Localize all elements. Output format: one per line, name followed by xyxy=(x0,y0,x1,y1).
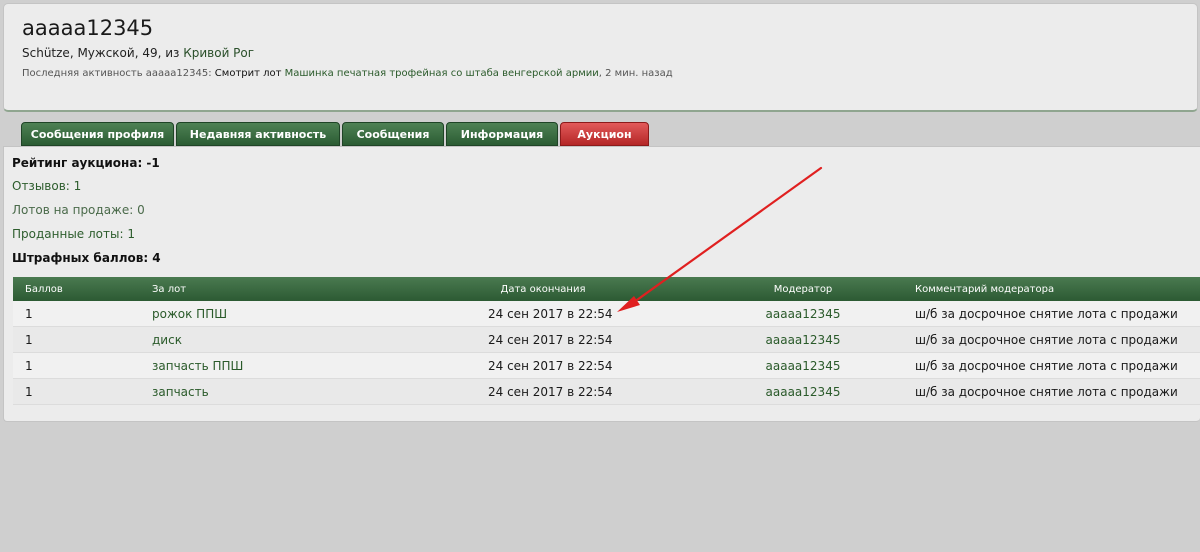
table-row: 1 диск 24 сен 2017 в 22:54 aaaaa12345 ш/… xyxy=(13,327,1200,353)
header-end-date: Дата окончания xyxy=(500,283,586,295)
table-row: 1 запчасть 24 сен 2017 в 22:54 aaaaa1234… xyxy=(13,379,1200,405)
row-moderator-link[interactable]: aaaaa12345 xyxy=(753,307,853,321)
tab-auction[interactable]: Аукцион xyxy=(560,122,649,146)
header-points: Баллов xyxy=(25,283,63,295)
profile-tabs: Сообщения профиля Недавняя активность Со… xyxy=(21,122,649,146)
sold-lots-link[interactable]: Проданные лоты: 1 xyxy=(12,227,135,241)
profile-info: Schütze, Мужской, 49, из Кривой Рог xyxy=(22,46,254,60)
tab-messages[interactable]: Сообщения xyxy=(342,122,444,146)
row-moderator-link[interactable]: aaaaa12345 xyxy=(753,359,853,373)
auction-rating: Рейтинг аукциона: -1 xyxy=(12,156,160,170)
row-comment: ш/б за досрочное снятие лота с продажи xyxy=(915,358,1178,373)
row-comment: ш/б за досрочное снятие лота с продажи xyxy=(915,332,1178,347)
row-lot-link[interactable]: рожок ППШ xyxy=(152,307,227,321)
penalty-points: Штрафных баллов: 4 xyxy=(12,251,161,265)
header-comment: Комментарий модератора xyxy=(915,283,1055,295)
table-row: 1 запчасть ППШ 24 сен 2017 в 22:54 aaaaa… xyxy=(13,353,1200,379)
row-comment: ш/б за досрочное снятие лота с продажи xyxy=(915,384,1178,399)
profile-username: aaaaa12345 xyxy=(22,16,154,40)
table-header: Баллов За лот Дата окончания Модератор К… xyxy=(13,277,1200,301)
profile-info-text: Schütze, Мужской, 49, из xyxy=(22,46,184,60)
activity-prefix: Последняя активность aaaaa12345: xyxy=(22,68,212,79)
lots-for-sale: Лотов на продаже: 0 xyxy=(12,203,145,217)
penalty-table: Баллов За лот Дата окончания Модератор К… xyxy=(13,277,1200,405)
row-end-date: 24 сен 2017 в 22:54 xyxy=(488,306,613,321)
row-lot-link[interactable]: запчасть xyxy=(152,385,209,399)
row-points: 1 xyxy=(25,358,33,373)
row-lot-link[interactable]: запчасть ППШ xyxy=(152,359,243,373)
row-end-date: 24 сен 2017 в 22:54 xyxy=(488,358,613,373)
reviews-link[interactable]: Отзывов: 1 xyxy=(12,179,81,193)
row-lot-link[interactable]: диск xyxy=(152,333,182,347)
row-moderator-link[interactable]: aaaaa12345 xyxy=(753,385,853,399)
row-comment: ш/б за досрочное снятие лота с продажи xyxy=(915,306,1178,321)
row-points: 1 xyxy=(25,306,33,321)
profile-city: Кривой Рог xyxy=(183,46,255,60)
auction-panel: Рейтинг аукциона: -1 Отзывов: 1 Лотов на… xyxy=(3,146,1200,422)
table-row: 1 рожок ППШ 24 сен 2017 в 22:54 aaaaa123… xyxy=(13,301,1200,327)
row-moderator-link[interactable]: aaaaa12345 xyxy=(753,333,853,347)
header-lot: За лот xyxy=(152,283,187,295)
row-points: 1 xyxy=(25,332,33,347)
profile-header: aaaaa12345 Schütze, Мужской, 49, из Крив… xyxy=(3,3,1198,112)
tab-profile-messages[interactable]: Сообщения профиля xyxy=(21,122,174,146)
activity-time: , 2 мин. назад xyxy=(598,68,673,79)
last-activity: Последняя активность aaaaa12345: Смотрит… xyxy=(22,68,673,79)
row-end-date: 24 сен 2017 в 22:54 xyxy=(488,384,613,399)
row-end-date: 24 сен 2017 в 22:54 xyxy=(488,332,613,347)
row-points: 1 xyxy=(25,384,33,399)
tab-information[interactable]: Информация xyxy=(446,122,558,146)
header-moderator: Модератор xyxy=(773,283,833,295)
activity-verb: Смотрит лот xyxy=(214,68,282,79)
tab-recent-activity[interactable]: Недавняя активность xyxy=(176,122,340,146)
page: aaaaa12345 Schütze, Мужской, 49, из Крив… xyxy=(0,0,1200,552)
table-body: 1 рожок ППШ 24 сен 2017 в 22:54 aaaaa123… xyxy=(13,301,1200,405)
activity-lot-link[interactable]: Машинка печатная трофейная со штаба венг… xyxy=(285,68,599,79)
